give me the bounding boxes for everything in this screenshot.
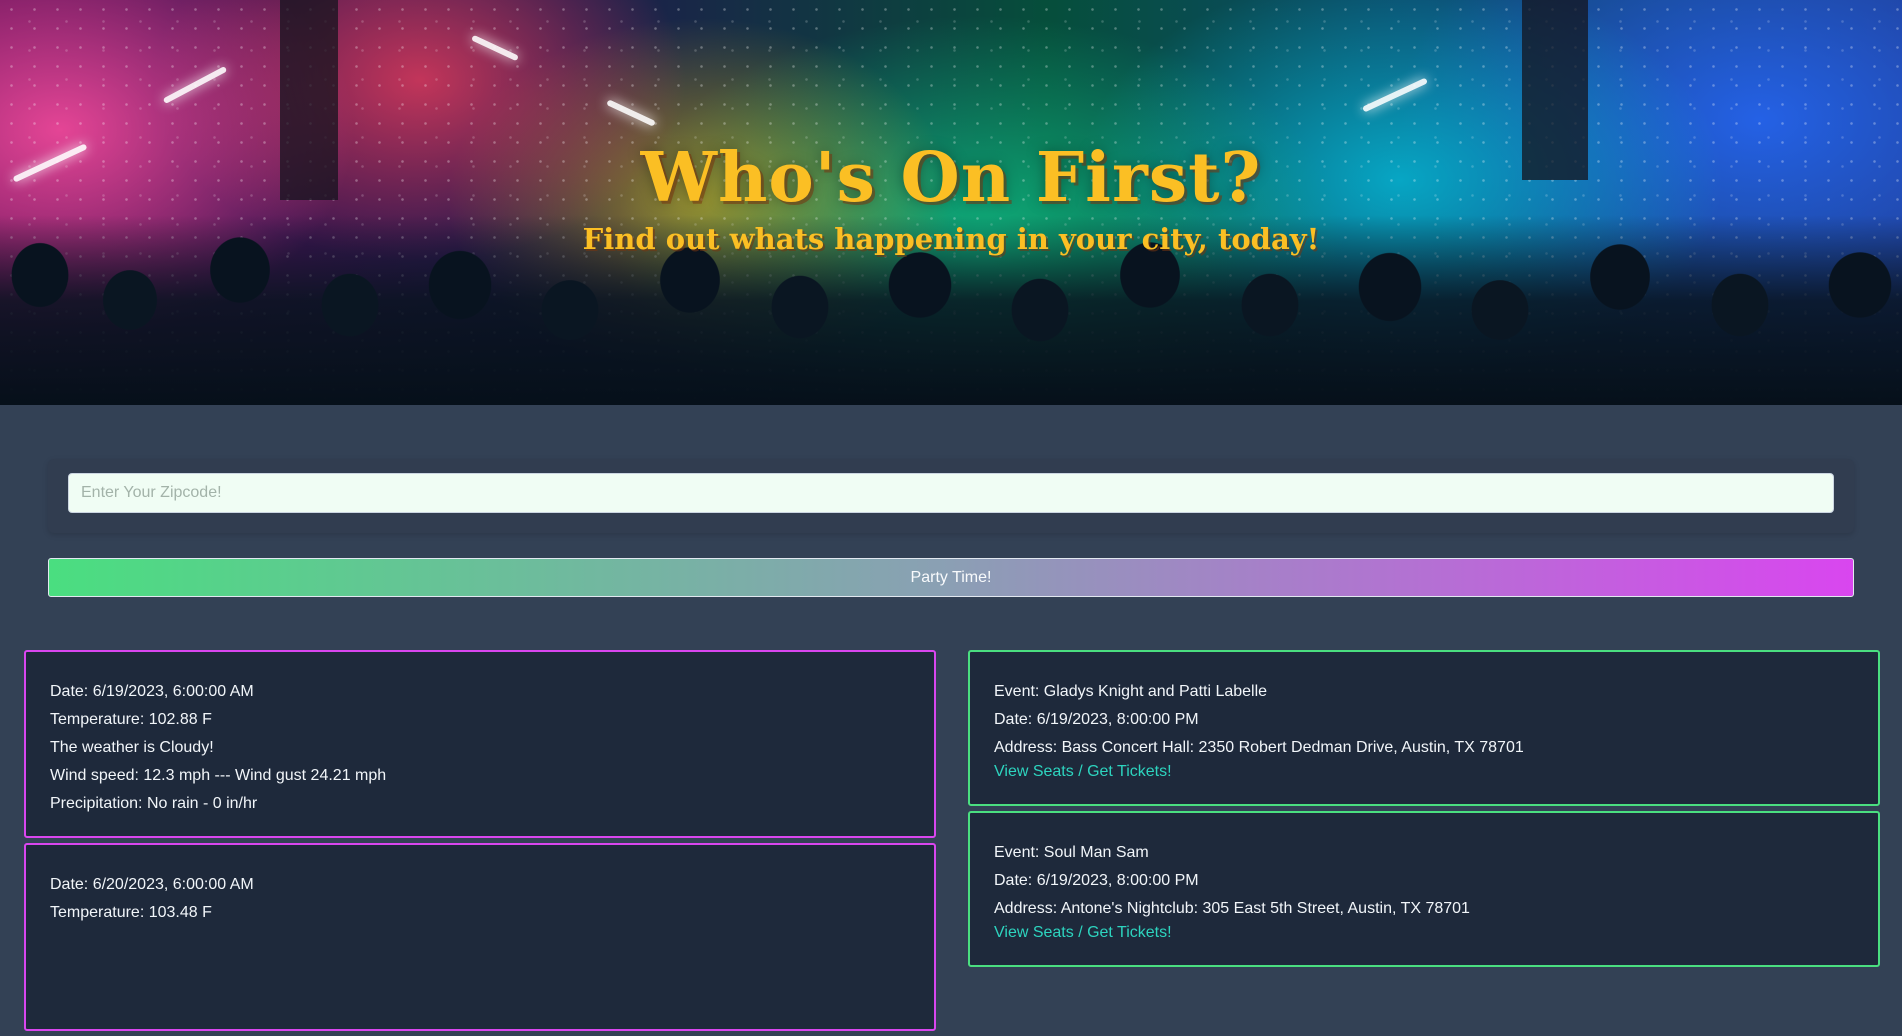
event-name: Event: Gladys Knight and Patti Labelle bbox=[994, 683, 1268, 700]
event-address: Address: Bass Concert Hall: 2350 Robert … bbox=[994, 739, 1524, 756]
event-address: Address: Antone's Nightclub: 305 East 5t… bbox=[994, 900, 1470, 917]
weather-temperature: Temperature: 102.88 F bbox=[50, 711, 212, 728]
weather-precipitation: Precipitation: No rain - 0 in/hr bbox=[50, 795, 258, 812]
event-date: Date: 6/19/2023, 8:00:00 PM bbox=[994, 711, 1199, 728]
weather-condition: The weather is Cloudy! bbox=[50, 739, 214, 756]
hero-banner: Who's On First? Find out whats happening… bbox=[0, 0, 1902, 405]
weather-wind: Wind speed: 12.3 mph --- Wind gust 24.21… bbox=[50, 767, 387, 784]
weather-condition bbox=[50, 927, 910, 955]
get-tickets-link[interactable]: View Seats / Get Tickets! bbox=[994, 762, 1854, 782]
weather-card: Date: 6/19/2023, 6:00:00 AM Temperature:… bbox=[24, 650, 936, 838]
weather-card: Date: 6/20/2023, 6:00:00 AM Temperature:… bbox=[24, 843, 936, 1031]
zipcode-input[interactable] bbox=[68, 473, 1834, 513]
events-list: Event: Gladys Knight and Patti Labelle D… bbox=[968, 650, 1880, 972]
weather-precipitation bbox=[50, 983, 910, 1011]
weather-wind bbox=[50, 955, 910, 983]
page-subtitle: Find out whats happening in your city, t… bbox=[582, 222, 1320, 256]
weather-date: Date: 6/19/2023, 6:00:00 AM bbox=[50, 683, 254, 700]
weather-temperature: Temperature: 103.48 F bbox=[50, 904, 212, 921]
weather-date: Date: 6/20/2023, 6:00:00 AM bbox=[50, 876, 254, 893]
page-title: Who's On First? bbox=[640, 138, 1262, 218]
search-panel bbox=[48, 459, 1854, 533]
event-date: Date: 6/19/2023, 8:00:00 PM bbox=[994, 872, 1199, 889]
get-tickets-link[interactable]: View Seats / Get Tickets! bbox=[994, 923, 1854, 943]
event-card: Event: Gladys Knight and Patti Labelle D… bbox=[968, 650, 1880, 806]
event-card: Event: Soul Man Sam Date: 6/19/2023, 8:0… bbox=[968, 811, 1880, 967]
weather-list: Date: 6/19/2023, 6:00:00 AM Temperature:… bbox=[24, 650, 936, 1036]
event-name: Event: Soul Man Sam bbox=[994, 844, 1149, 861]
party-time-button[interactable]: Party Time! bbox=[48, 558, 1854, 597]
